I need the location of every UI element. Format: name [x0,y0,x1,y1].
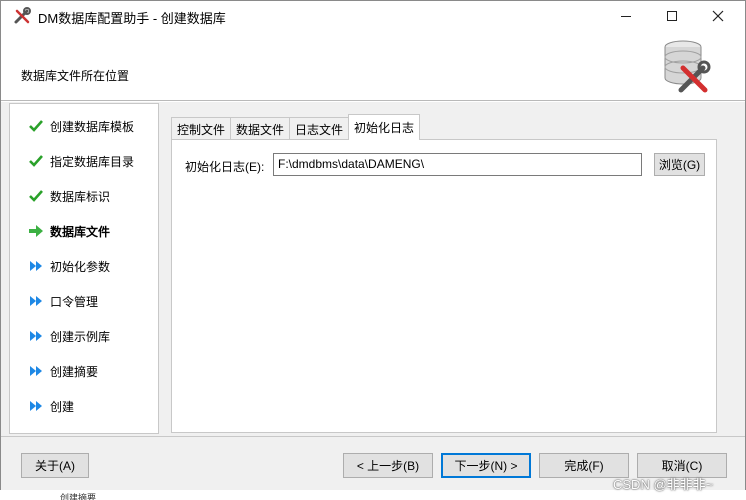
wizard-body: 创建数据库模板 指定数据库目录 数据库标识 数据库文件 初始化参数 口令管理 创… [1,102,745,436]
step-item: 指定数据库目录 [10,149,160,173]
step-item: 创建摘要 [10,359,160,383]
steps-panel: 创建数据库模板 指定数据库目录 数据库标识 数据库文件 初始化参数 口令管理 创… [9,103,159,434]
step-item: 口令管理 [10,289,160,313]
step-item: 创建数据库模板 [10,114,160,138]
check-icon [28,153,44,169]
about-button[interactable]: 关于(A) [21,453,89,478]
next-button[interactable]: 下一步(N) > [441,453,531,478]
browse-button[interactable]: 浏览(G) [654,153,705,176]
tab-data-files[interactable]: 数据文件 [230,117,291,140]
tab-control-files[interactable]: 控制文件 [171,117,232,140]
step-label: 指定数据库目录 [50,154,135,169]
double-arrow-icon [28,293,44,309]
double-arrow-icon [28,258,44,274]
double-arrow-icon [28,398,44,414]
init-log-path-input[interactable]: F:\dmdbms\data\DAMENG\ [273,153,642,176]
watermark: CSDN @非非非~ [613,477,714,492]
step-label: 初始化参数 [50,259,111,274]
step-label: 创建 [50,399,75,414]
double-arrow-icon [28,363,44,379]
step-label: 创建数据库模板 [50,119,135,134]
dm-config-window: DM数据库配置助手 - 创建数据库 数据库文件所在位置 创建数据库模板 指定数据… [0,0,746,491]
app-tools-icon [13,7,31,25]
background-step-label: 创建摘要 [60,493,97,500]
step-item-current: 数据库文件 [10,219,160,243]
step-item: 创建 [10,394,160,418]
title-bar[interactable]: DM数据库配置助手 - 创建数据库 [1,1,745,31]
tab-log-files[interactable]: 日志文件 [289,117,350,140]
maximize-button[interactable] [649,1,695,31]
file-tabs: 控制文件 数据文件 日志文件 初始化日志 [171,114,421,140]
init-log-label: 初始化日志(E): [185,160,265,174]
arrow-right-icon [28,223,44,239]
minimize-button[interactable] [603,1,649,31]
check-icon [28,188,44,204]
tab-init-log[interactable]: 初始化日志 [348,114,421,140]
step-label: 口令管理 [50,294,99,309]
close-button[interactable] [695,1,741,31]
step-item: 数据库标识 [10,184,160,208]
step-label: 创建摘要 [50,364,99,379]
step-label: 数据库文件 [50,224,111,239]
prev-button[interactable]: < 上一步(B) [343,453,433,478]
step-label: 创建示例库 [50,329,111,344]
double-arrow-icon [28,328,44,344]
step-label: 数据库标识 [50,189,111,204]
step-item: 初始化参数 [10,254,160,278]
page-subtitle: 数据库文件所在位置 [21,69,130,83]
step-item: 创建示例库 [10,324,160,348]
database-tools-icon [659,38,711,94]
wizard-header: 数据库文件所在位置 [1,31,745,101]
init-log-panel: 初始化日志(E): F:\dmdbms\data\DAMENG\ 浏览(G) [171,139,717,433]
window-title: DM数据库配置助手 - 创建数据库 [38,11,226,26]
check-icon [28,118,44,134]
